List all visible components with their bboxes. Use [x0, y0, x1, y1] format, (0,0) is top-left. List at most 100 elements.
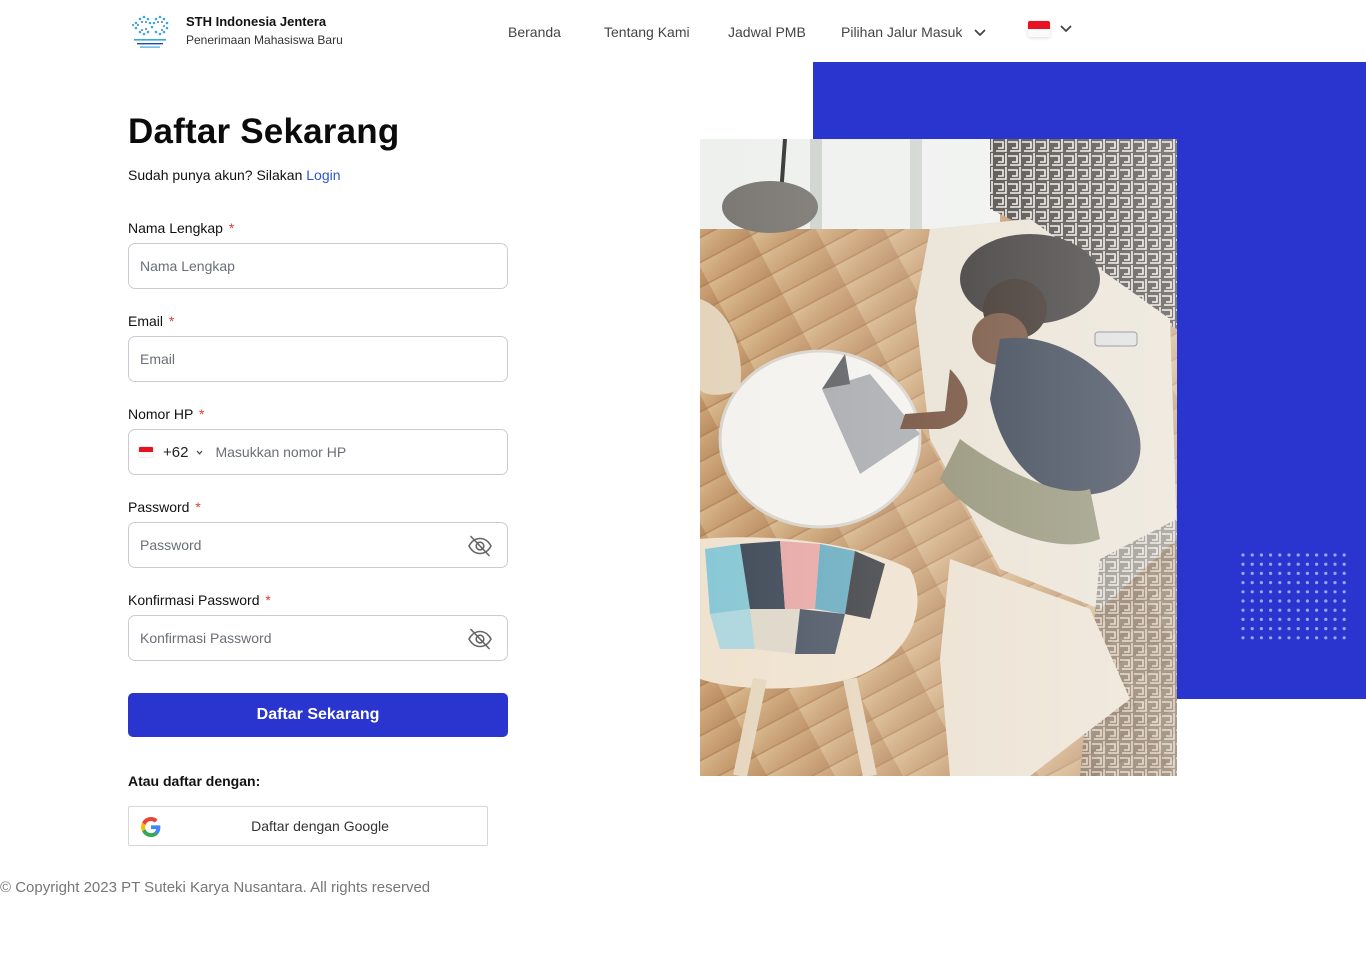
decoration-dot [1315, 553, 1319, 557]
decoration-dot [1333, 581, 1337, 585]
nav-pilihan-jalur-masuk[interactable]: Pilihan Jalur Masuk [841, 22, 986, 42]
password-label: Password * [128, 498, 508, 516]
decoration-dot [1342, 636, 1346, 640]
nav-beranda[interactable]: Beranda [508, 22, 561, 42]
login-link[interactable]: Login [306, 167, 340, 183]
decoration-dot [1259, 562, 1263, 566]
decoration-dot [1259, 608, 1263, 612]
decoration-dot [1296, 636, 1300, 640]
decoration-dot [1296, 627, 1300, 631]
decoration-dot [1333, 599, 1337, 603]
decoration-dot [1269, 636, 1273, 640]
hero-photo [700, 139, 1177, 776]
google-register-button[interactable]: Daftar dengan Google [128, 806, 488, 846]
decoration-dot [1333, 636, 1337, 640]
register-submit-button[interactable]: Daftar Sekarang [128, 693, 508, 737]
decoration-dot [1333, 571, 1337, 575]
decoration-dot [1324, 608, 1328, 612]
email-input-box [128, 336, 508, 382]
password-label-text: Password [128, 499, 190, 515]
decoration-dot [1259, 636, 1263, 640]
confirm-password-input[interactable] [129, 616, 507, 660]
decoration-dot [1250, 553, 1254, 557]
password-input[interactable] [129, 523, 507, 567]
language-selector[interactable] [1028, 21, 1072, 37]
password-field: Password * [128, 498, 508, 568]
decoration-dot [1278, 553, 1282, 557]
confirm-password-label: Konfirmasi Password * [128, 591, 508, 609]
email-field: Email * [128, 312, 508, 382]
decoration-dot [1324, 571, 1328, 575]
email-input[interactable] [129, 337, 507, 381]
brand[interactable]: STH Indonesia Jentera Penerimaan Mahasis… [128, 9, 343, 53]
decoration-dot [1269, 608, 1273, 612]
email-label-text: Email [128, 313, 164, 329]
nav-jadwal-pmb[interactable]: Jadwal PMB [728, 22, 806, 42]
decoration-dot [1278, 636, 1282, 640]
phone-input[interactable] [203, 430, 507, 474]
decoration-dot [1342, 590, 1346, 594]
nav-tentang-kami[interactable]: Tentang Kami [604, 22, 690, 42]
required-mark: * [168, 313, 175, 329]
google-register-label: Daftar dengan Google [251, 818, 389, 834]
copyright-text: © Copyright 2023 PT Suteki Karya Nusanta… [0, 879, 431, 896]
decoration-dot [1241, 571, 1245, 575]
page-title: Daftar Sekarang [128, 112, 400, 151]
decoration-dot [1342, 553, 1346, 557]
top-navbar: STH Indonesia Jentera Penerimaan Mahasis… [0, 0, 1366, 62]
decoration-dot [1278, 617, 1282, 621]
indonesia-flag-icon [138, 446, 154, 458]
decoration-dot [1287, 581, 1291, 585]
decoration-dot [1315, 599, 1319, 603]
full-name-label: Nama Lengkap * [128, 219, 508, 237]
decoration-dot [1324, 636, 1328, 640]
decoration-dot [1296, 581, 1300, 585]
decoration-dot [1315, 581, 1319, 585]
decoration-dot [1342, 608, 1346, 612]
decoration-dot [1250, 617, 1254, 621]
decoration-dot [1241, 636, 1245, 640]
decoration-dot [1315, 636, 1319, 640]
decoration-dot [1250, 571, 1254, 575]
decoration-dot [1324, 590, 1328, 594]
full-name-input[interactable] [129, 244, 507, 288]
decoration-dot [1342, 627, 1346, 631]
decoration-dot [1269, 599, 1273, 603]
phone-field: Nomor HP * +62 [128, 405, 508, 475]
decoration-dot [1269, 562, 1273, 566]
decoration-dot [1278, 599, 1282, 603]
decoration-dot [1333, 627, 1337, 631]
decoration-dot [1296, 599, 1300, 603]
login-prompt-text: Sudah punya akun? Silakan [128, 167, 303, 183]
country-code-selector[interactable]: +62 [129, 430, 203, 474]
decoration-dot [1287, 562, 1291, 566]
required-mark: * [198, 406, 205, 422]
confirm-password-input-box [128, 615, 508, 661]
decoration-dot [1315, 608, 1319, 612]
country-code: +62 [163, 443, 189, 461]
decoration-dot [1342, 581, 1346, 585]
eye-off-icon[interactable] [467, 534, 493, 558]
decoration-dot [1287, 553, 1291, 557]
decoration-dot [1278, 581, 1282, 585]
confirm-password-label-text: Konfirmasi Password [128, 592, 260, 608]
decoration-dot [1296, 571, 1300, 575]
decoration-dot [1305, 562, 1309, 566]
brand-name: STH Indonesia Jentera [186, 14, 327, 29]
full-name-input-box [128, 243, 508, 289]
decoration-dot [1241, 627, 1245, 631]
decoration-dot [1278, 608, 1282, 612]
eye-off-icon[interactable] [467, 627, 493, 651]
decoration-dot [1259, 627, 1263, 631]
decoration-dot [1324, 562, 1328, 566]
decoration-dot [1305, 581, 1309, 585]
decoration-dot [1296, 562, 1300, 566]
decoration-dot [1269, 617, 1273, 621]
indonesia-flag-icon [1028, 21, 1050, 37]
confirm-password-field: Konfirmasi Password * [128, 591, 508, 661]
decoration-dot [1324, 599, 1328, 603]
decoration-dot [1278, 562, 1282, 566]
decoration-dot [1287, 599, 1291, 603]
decoration-dot [1342, 599, 1346, 603]
decoration-dot [1278, 571, 1282, 575]
